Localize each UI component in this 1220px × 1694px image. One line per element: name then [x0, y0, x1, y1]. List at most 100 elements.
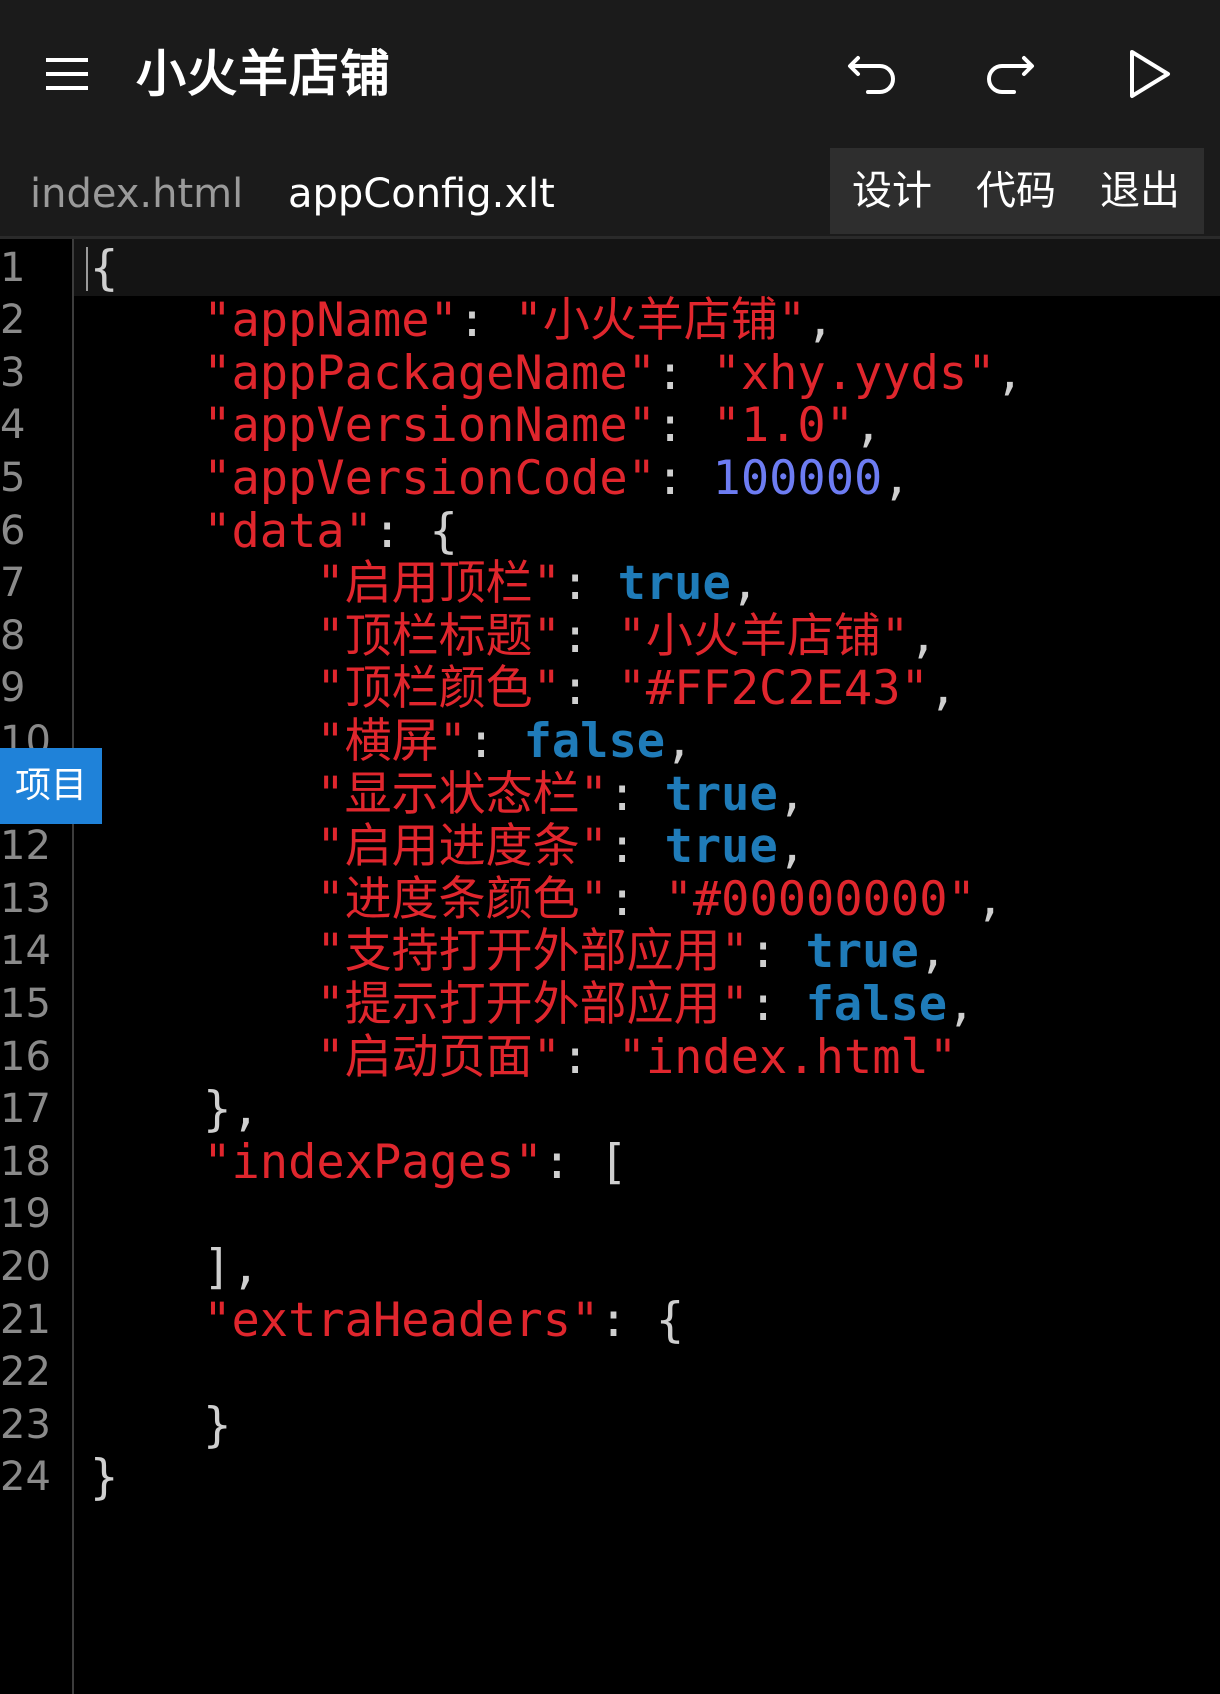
- code-token: ,: [854, 398, 883, 453]
- code-line[interactable]: 13 "进度条颜色": "#00000000",: [0, 871, 1220, 928]
- run-button[interactable]: [1112, 38, 1184, 110]
- code-line[interactable]: 10 "横屏": false,: [0, 713, 1220, 770]
- code-token: ],: [90, 1240, 260, 1295]
- code-line[interactable]: 19: [0, 1186, 1220, 1243]
- code-token: "1.0": [712, 398, 855, 453]
- code-line[interactable]: 4 "appVersionName": "1.0",: [0, 397, 1220, 454]
- line-number: 7: [0, 560, 26, 606]
- code-text: "顶栏颜色": "#FF2C2E43",: [90, 660, 957, 717]
- code-token: "#00000000": [664, 872, 976, 927]
- code-text: "indexPages": [: [90, 1134, 627, 1191]
- code-text: "appVersionName": "1.0",: [90, 397, 882, 454]
- code-line[interactable]: 24}: [0, 1449, 1220, 1506]
- code-token: "显示状态栏": [316, 767, 608, 822]
- code-token: :: [466, 714, 524, 769]
- code-line[interactable]: 17 },: [0, 1081, 1220, 1138]
- code-line[interactable]: 5 "appVersionCode": 100000,: [0, 450, 1220, 507]
- code-token: "顶栏标题": [316, 609, 561, 664]
- line-number: 3: [0, 350, 26, 396]
- code-token: "小火羊店铺": [617, 609, 910, 664]
- code-line[interactable]: 11 "显示状态栏": true,: [0, 766, 1220, 823]
- exit-button[interactable]: 退出: [1100, 148, 1180, 234]
- file-tab-bar: index.html appConfig.xlt 设计 代码 退出: [0, 148, 1220, 238]
- tab-index-html[interactable]: index.html: [30, 148, 243, 238]
- code-token: true: [617, 556, 731, 611]
- code-line[interactable]: 12 "启用进度条": true,: [0, 818, 1220, 875]
- code-text: "提示打开外部应用": false,: [90, 976, 975, 1033]
- code-line[interactable]: 18 "indexPages": [: [0, 1134, 1220, 1191]
- code-line[interactable]: 3 "appPackageName": "xhy.yyds",: [0, 345, 1220, 402]
- line-number: 18: [0, 1139, 51, 1185]
- code-token: false: [805, 977, 948, 1032]
- code-token: ,: [882, 451, 911, 506]
- code-text: "顶栏标题": "小火羊店铺",: [90, 608, 937, 665]
- code-mode-button[interactable]: 代码: [976, 148, 1056, 234]
- code-token: ,: [777, 819, 807, 874]
- code-line[interactable]: 16 "启动页面": "index.html": [0, 1029, 1220, 1086]
- top-app-bar: 小火羊店铺: [0, 0, 1220, 148]
- code-token: "appVersionName": [203, 398, 656, 453]
- line-number: 17: [0, 1086, 51, 1132]
- code-token: true: [664, 767, 778, 822]
- code-token: ,: [975, 872, 1005, 927]
- code-line[interactable]: 20 ],: [0, 1239, 1220, 1296]
- code-editor[interactable]: 1{2 "appName": "小火羊店铺", 3 "appPackageName…: [0, 239, 1220, 1694]
- mode-switch: 设计 代码 退出: [830, 148, 1204, 234]
- text-caret: [86, 247, 88, 291]
- play-icon: [1130, 50, 1170, 98]
- code-token: ,: [909, 609, 938, 664]
- code-line[interactable]: 8 "顶栏标题": "小火羊店铺",: [0, 608, 1220, 665]
- redo-button[interactable]: [972, 38, 1044, 110]
- code-text: "extraHeaders": {: [90, 1292, 684, 1349]
- code-line[interactable]: 7 "启用顶栏": true,: [0, 555, 1220, 612]
- code-token: ,: [777, 767, 807, 822]
- code-token: : {: [372, 504, 458, 559]
- code-token: "启用顶栏": [316, 556, 561, 611]
- code-token: "appPackageName": [203, 346, 656, 401]
- code-line[interactable]: 14 "支持打开外部应用": true,: [0, 923, 1220, 980]
- project-panel-tab[interactable]: 项目: [0, 748, 102, 824]
- line-number: 24: [0, 1454, 51, 1500]
- code-token: "appVersionCode": [203, 451, 656, 506]
- code-token: "提示打开外部应用": [316, 977, 749, 1032]
- code-token: }: [90, 1398, 232, 1453]
- code-token: :: [607, 767, 665, 822]
- line-number: 20: [0, 1244, 51, 1290]
- design-mode-button[interactable]: 设计: [852, 148, 932, 234]
- code-line[interactable]: 6 "data": {: [0, 503, 1220, 560]
- code-line[interactable]: 22: [0, 1344, 1220, 1401]
- line-number: 12: [0, 823, 51, 869]
- code-line[interactable]: 2 "appName": "小火羊店铺",: [0, 292, 1220, 349]
- line-number: 13: [0, 876, 51, 922]
- code-token: :: [607, 819, 665, 874]
- tab-app-config[interactable]: appConfig.xlt: [288, 148, 555, 238]
- code-token: :: [560, 556, 618, 611]
- code-token: ,: [918, 924, 948, 979]
- code-token: "支持打开外部应用": [316, 924, 749, 979]
- menu-button[interactable]: [36, 46, 100, 102]
- code-token: "横屏": [316, 714, 467, 769]
- line-number: 2: [0, 297, 26, 343]
- code-token: "启用进度条": [316, 819, 608, 874]
- code-line[interactable]: 1{: [0, 240, 1220, 297]
- code-text: "横屏": false,: [90, 713, 693, 770]
- code-token: false: [523, 714, 666, 769]
- code-text: "启动页面": "index.html": [90, 1029, 957, 1086]
- code-line[interactable]: 9 "顶栏颜色": "#FF2C2E43",: [0, 660, 1220, 717]
- code-line[interactable]: 15 "提示打开外部应用": false,: [0, 976, 1220, 1033]
- code-line[interactable]: 23 }: [0, 1397, 1220, 1454]
- code-token: ,: [806, 293, 835, 348]
- code-token: "小火羊店铺": [514, 293, 807, 348]
- code-token: :: [748, 924, 806, 979]
- line-number: 1: [0, 245, 26, 291]
- undo-button[interactable]: [838, 38, 910, 110]
- line-number: 5: [0, 455, 26, 501]
- code-line[interactable]: 21 "extraHeaders": {: [0, 1292, 1220, 1349]
